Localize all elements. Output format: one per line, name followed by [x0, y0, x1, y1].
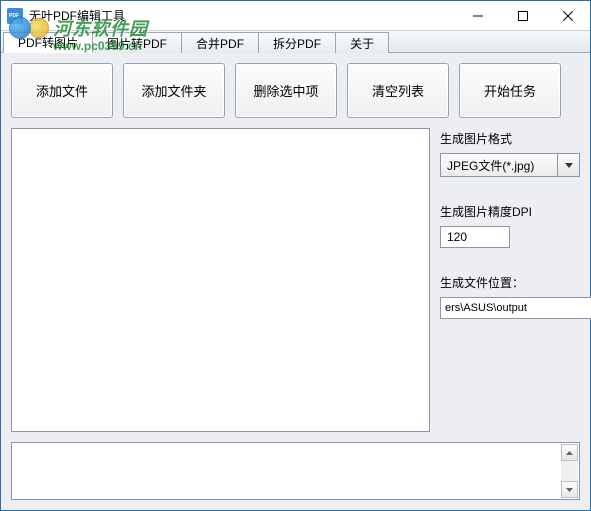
tab-label: 合并PDF: [196, 35, 244, 52]
format-group: 生成图片格式 JPEG文件(*.jpg): [440, 130, 580, 177]
log-area[interactable]: [11, 442, 580, 500]
chevron-down-icon: [565, 163, 573, 168]
tab-merge-pdf[interactable]: 合并PDF: [181, 32, 259, 53]
maximize-button[interactable]: [500, 1, 545, 30]
tab-split-pdf[interactable]: 拆分PDF: [258, 32, 336, 53]
add-file-button[interactable]: 添加文件: [11, 63, 113, 118]
close-button[interactable]: [545, 1, 590, 30]
tab-about[interactable]: 关于: [335, 32, 389, 53]
output-path-input[interactable]: [440, 297, 591, 319]
tab-label: PDF转图片: [18, 34, 78, 51]
app-window: 河东软件园 www.pc0359.cn 无叶PDF编辑工具 PDF转图片 图片转…: [0, 0, 591, 511]
tab-image-to-pdf[interactable]: 图片转PDF: [92, 32, 182, 53]
tabbar: PDF转图片 图片转PDF 合并PDF 拆分PDF 关于: [1, 31, 590, 53]
format-label: 生成图片格式: [440, 130, 580, 147]
window-title: 无叶PDF编辑工具: [29, 7, 455, 24]
tab-label: 图片转PDF: [107, 35, 167, 52]
dpi-input[interactable]: [440, 226, 510, 248]
toolbar: 添加文件 添加文件夹 删除选中项 清空列表 开始任务: [11, 63, 580, 118]
content-area: 添加文件 添加文件夹 删除选中项 清空列表 开始任务 生成图片格式 JPEG文件…: [1, 53, 590, 510]
tab-label: 拆分PDF: [273, 35, 321, 52]
scroll-up-button[interactable]: [561, 444, 578, 461]
clear-list-button[interactable]: 清空列表: [347, 63, 449, 118]
minimize-button[interactable]: [455, 1, 500, 30]
scroll-down-button[interactable]: [561, 481, 578, 498]
start-task-button[interactable]: 开始任务: [459, 63, 561, 118]
side-panel: 生成图片格式 JPEG文件(*.jpg) 生成图片精度DPI 生成文: [440, 128, 580, 432]
add-folder-button[interactable]: 添加文件夹: [123, 63, 225, 118]
main-row: 生成图片格式 JPEG文件(*.jpg) 生成图片精度DPI 生成文: [11, 128, 580, 432]
file-listbox[interactable]: [11, 128, 430, 432]
format-value: JPEG文件(*.jpg): [440, 153, 558, 177]
delete-selected-button[interactable]: 删除选中项: [235, 63, 337, 118]
output-group: 生成文件位置： ...: [440, 274, 580, 319]
dpi-group: 生成图片精度DPI: [440, 203, 580, 248]
format-select[interactable]: JPEG文件(*.jpg): [440, 153, 580, 177]
window-controls: [455, 1, 590, 30]
dropdown-button[interactable]: [558, 153, 580, 177]
tab-label: 关于: [350, 35, 374, 52]
tab-pdf-to-image[interactable]: PDF转图片: [3, 32, 93, 53]
dpi-label: 生成图片精度DPI: [440, 203, 580, 220]
scrollbar[interactable]: [561, 444, 578, 498]
chevron-up-icon: [566, 451, 573, 455]
titlebar: 无叶PDF编辑工具: [1, 1, 590, 31]
app-icon: [7, 8, 23, 24]
output-label: 生成文件位置：: [440, 274, 580, 291]
chevron-down-icon: [566, 488, 573, 492]
